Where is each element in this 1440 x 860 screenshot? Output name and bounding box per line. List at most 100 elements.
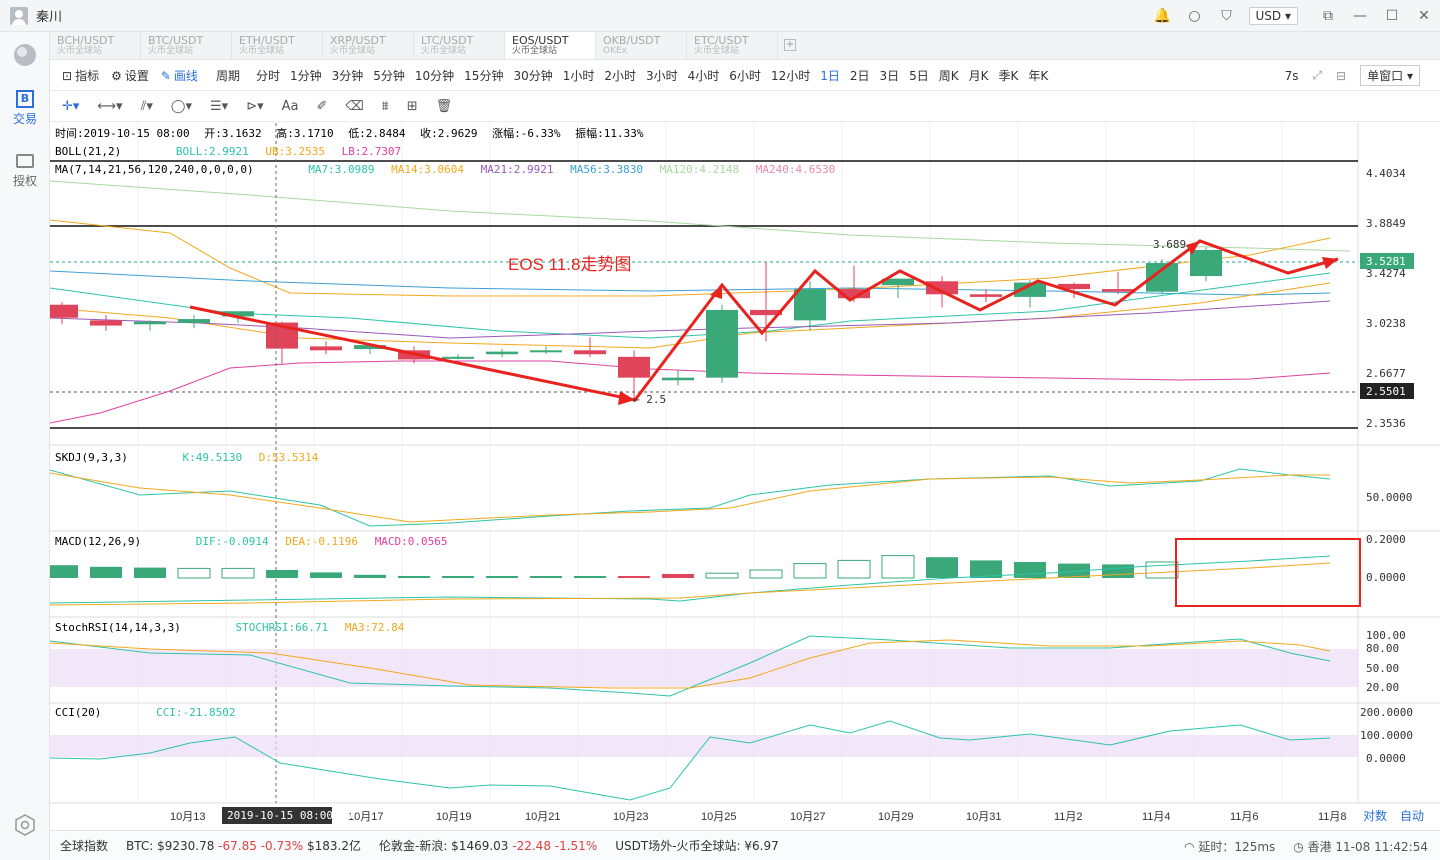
tab-pair: BTC/USDT <box>148 34 204 47</box>
minimize-icon[interactable]: — <box>1350 6 1370 26</box>
crosshair-icon[interactable]: ✛▾ <box>62 99 79 114</box>
log-scale-toggle[interactable]: 对数 <box>1363 808 1387 823</box>
period-14[interactable]: 2日 <box>850 67 870 84</box>
macd-bar <box>310 572 342 578</box>
tab-bch-usdt[interactable]: BCH/USDT 火币全球站 <box>50 32 141 59</box>
x-tick-label: 10月17 <box>348 811 383 823</box>
x-tick-label: 11月8 <box>1318 811 1347 823</box>
period-18[interactable]: 月K <box>969 67 989 84</box>
bell-icon[interactable]: 🔔 <box>1153 6 1173 26</box>
circle-icon[interactable]: ◯▾ <box>171 99 192 114</box>
ma-legend: MA(7,14,21,56,120,240,0,0,0,0) MA7:3.098… <box>55 163 835 176</box>
period-11[interactable]: 6小时 <box>729 67 761 84</box>
measure-icon[interactable]: ⩩ <box>382 99 389 114</box>
candle-body <box>970 294 1002 297</box>
stochrsi-legend: StochRSI(14,14,3,3) STOCHRSI:66.71 MA3:7… <box>55 621 405 634</box>
latency-indicator: ◠ 延时：125ms <box>1184 838 1275 855</box>
indicator-button[interactable]: ⊡ 指标 <box>62 67 99 84</box>
period-5[interactable]: 15分钟 <box>464 67 503 84</box>
stochrsi-tick: 100.00 <box>1366 629 1406 642</box>
macd-highlight-box <box>1175 538 1361 607</box>
period-6[interactable]: 30分钟 <box>513 67 552 84</box>
refresh-interval[interactable]: 7s <box>1285 69 1299 83</box>
period-8[interactable]: 2小时 <box>604 67 636 84</box>
eraser-icon[interactable]: ⌫ <box>345 99 363 114</box>
tab-exchange: 火币全球站 <box>421 46 467 56</box>
text-tool[interactable]: Aa <box>282 99 299 114</box>
auto-scale-toggle[interactable]: 自动 <box>1400 809 1424 823</box>
gold-ticker: 伦敦金-新浪: $1469.03 -22.48 -1.51% <box>379 837 597 854</box>
tab-etc-usdt[interactable]: ETC/USDT 火币全球站 <box>687 32 778 59</box>
parallel-icon[interactable]: ⫽▾ <box>141 99 153 114</box>
maximize-icon[interactable]: ☐ <box>1382 6 1402 26</box>
period-16[interactable]: 5日 <box>909 67 929 84</box>
period-17[interactable]: 周K <box>939 67 959 84</box>
tab-ltc-usdt[interactable]: LTC/USDT 火币全球站 <box>414 32 505 59</box>
ma-name: MA(7,14,21,56,120,240,0,0,0,0) <box>55 163 254 176</box>
collapse-icon[interactable]: ⊟ <box>1336 69 1346 83</box>
sidebar-item-trade[interactable]: B 交易 <box>0 90 50 127</box>
x-tick-label: 11月4 <box>1142 811 1171 823</box>
add-tab-button[interactable]: + <box>784 39 796 51</box>
x-tick-label: 10月21 <box>525 811 560 823</box>
restore-icon[interactable]: ⧉ <box>1318 6 1338 26</box>
period-12[interactable]: 12小时 <box>771 67 810 84</box>
tab-btc-usdt[interactable]: BTC/USDT 火币全球站 <box>141 32 232 59</box>
stochrsi-name: StochRSI(14,14,3,3) <box>55 621 181 634</box>
shirt-icon[interactable]: ⛉ <box>1217 6 1237 26</box>
draw-button[interactable]: ✎ 画线 <box>161 67 198 84</box>
period-7[interactable]: 1小时 <box>563 67 595 84</box>
candle-body <box>486 351 518 355</box>
clock-value: 香港 11-08 11:42:54 <box>1307 840 1428 854</box>
pattern-icon[interactable]: ⊳▾ <box>246 99 263 114</box>
tab-okb-usdt[interactable]: OKB/USDT OKEx <box>596 32 687 59</box>
trash-icon[interactable]: 🗑 <box>436 99 453 114</box>
currency-select[interactable]: USD ▾ <box>1248 7 1298 25</box>
period-19[interactable]: 季K <box>999 67 1019 84</box>
sidebar-item-auth[interactable]: 授权 <box>0 154 50 189</box>
period-label[interactable]: 周期 <box>216 67 240 84</box>
tab-eth-usdt[interactable]: ETH/USDT 火币全球站 <box>232 32 323 59</box>
hline-icon[interactable]: ⟷▾ <box>97 99 122 114</box>
chart-canvas[interactable]: EOS 11.8走势图 ← 2.5 3.689 时间:2019-10-15 08… <box>50 123 1440 830</box>
global-index[interactable]: 全球指数 <box>60 837 108 854</box>
price-tick: 3.8849 <box>1366 217 1406 230</box>
fib-icon[interactable]: ☰▾ <box>210 99 228 114</box>
period-1[interactable]: 1分钟 <box>290 67 322 84</box>
period-4[interactable]: 10分钟 <box>415 67 454 84</box>
tab-pair: XRP/USDT <box>330 34 386 47</box>
settings-button[interactable]: ⚙ 设置 <box>111 67 149 84</box>
cci-tick: 0.0000 <box>1366 752 1406 765</box>
tab-eos-usdt[interactable]: EOS/USDT 火币全球站 <box>505 32 596 59</box>
period-20[interactable]: 年K <box>1028 67 1048 84</box>
stochrsi-tick: 20.00 <box>1366 681 1399 694</box>
lock-icon[interactable]: ⊞ <box>407 99 418 114</box>
settings-gear-icon[interactable] <box>0 814 50 839</box>
period-0[interactable]: 分时 <box>256 67 280 84</box>
fullscreen-icon[interactable]: ⤢ <box>1312 68 1322 83</box>
period-13[interactable]: 1日 <box>820 67 840 84</box>
price-tick: 2.3536 <box>1366 417 1406 430</box>
macd-bar <box>1102 564 1134 578</box>
tab-xrp-usdt[interactable]: XRP/USDT 火币全球站 <box>323 32 414 59</box>
period-10[interactable]: 4小时 <box>688 67 720 84</box>
user-info[interactable]: 秦川 <box>10 6 62 25</box>
period-2[interactable]: 3分钟 <box>332 67 364 84</box>
macd-bar <box>354 574 386 578</box>
period-9[interactable]: 3小时 <box>646 67 678 84</box>
close-icon[interactable]: ✕ <box>1414 6 1434 26</box>
skdj-name: SKDJ(9,3,3) <box>55 451 128 464</box>
x-tick-label: 10月13 <box>170 811 205 823</box>
ma21-value: MA21:2.9921 <box>481 163 554 176</box>
search-icon[interactable]: ○ <box>1185 6 1205 26</box>
period-selector: 周期 分时 1分钟 3分钟 5分钟 10分钟 15分钟 30分钟 1小时 2小时 3小时 4小时 6小… <box>216 67 1058 84</box>
tab-pair: LTC/USDT <box>421 34 474 47</box>
window-mode-select[interactable]: 单窗口 ▾ <box>1360 65 1420 86</box>
period-15[interactable]: 3日 <box>880 67 900 84</box>
chart-area[interactable]: EOS 11.8走势图 ← 2.5 3.689 时间:2019-10-15 08… <box>50 123 1440 830</box>
boll-legend: BOLL(21,2) BOLL:2.9921 UB:3.2535 LB:2.73… <box>55 145 401 158</box>
period-3[interactable]: 5分钟 <box>373 67 405 84</box>
tab-exchange: 火币全球站 <box>512 46 558 56</box>
brush-icon[interactable]: ✐ <box>316 99 327 114</box>
macd-tick: 0.0000 <box>1366 571 1406 584</box>
